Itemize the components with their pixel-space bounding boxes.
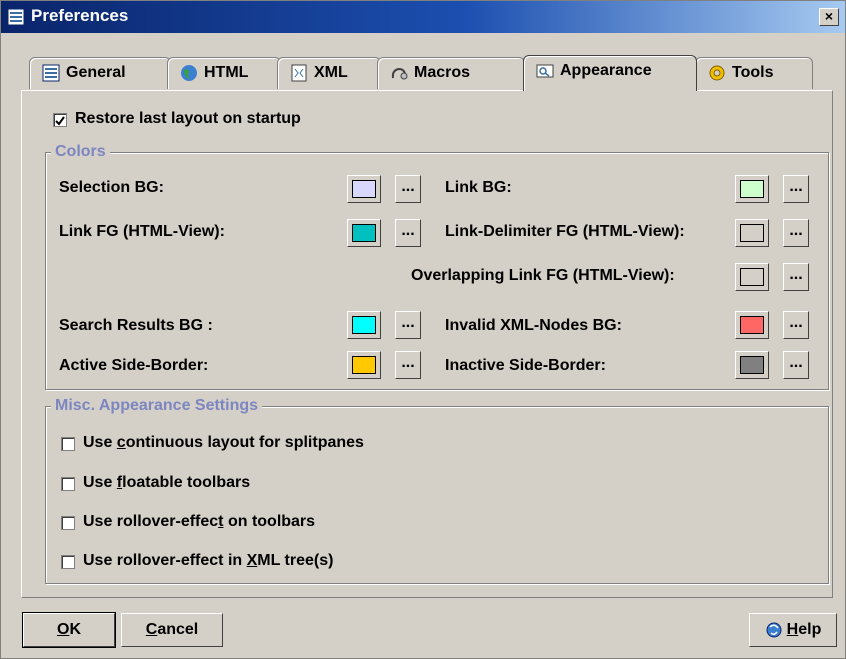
- invalid-xml-bg-swatch[interactable]: [735, 311, 769, 339]
- rollover-toolbars-label: Use rollover-effect on toolbars: [83, 513, 316, 530]
- link-delimiter-fg-choose-button[interactable]: ...: [783, 219, 809, 247]
- floatable-toolbars-label: Use floatable toolbars: [83, 474, 251, 491]
- active-side-border-label: Active Side-Border:: [59, 357, 209, 374]
- overlapping-link-fg-swatch[interactable]: [735, 263, 769, 291]
- preferences-icon: [7, 8, 25, 26]
- xml-icon: [291, 64, 307, 82]
- active-side-border-swatch[interactable]: [347, 351, 381, 379]
- inactive-side-border-swatch[interactable]: [735, 351, 769, 379]
- checkbox-box[interactable]: [61, 437, 75, 451]
- help-button[interactable]: Help: [749, 613, 837, 647]
- rollover-xml-tree-label: Use rollover-effect in XML tree(s): [83, 552, 334, 569]
- invalid-xml-bg-choose-button[interactable]: ...: [783, 311, 809, 339]
- tab-macros[interactable]: Macros: [377, 57, 525, 89]
- close-button[interactable]: ×: [819, 8, 839, 26]
- checkbox-box[interactable]: [61, 516, 75, 530]
- selection-bg-choose-button[interactable]: ...: [395, 175, 421, 203]
- continuous-layout-label: Use continuous layout for splitpanes: [83, 434, 364, 451]
- tab-xml-label: XML: [314, 64, 348, 81]
- link-delimiter-fg-swatch[interactable]: [735, 219, 769, 247]
- checkbox-box[interactable]: [53, 113, 67, 127]
- globe-icon: [181, 64, 197, 81]
- link-bg-swatch[interactable]: [735, 175, 769, 203]
- search-results-bg-swatch[interactable]: [347, 311, 381, 339]
- tab-appearance-label: Appearance: [560, 62, 652, 79]
- misc-appearance-group-title: Misc. Appearance Settings: [51, 397, 263, 415]
- ok-button[interactable]: OK: [22, 612, 116, 648]
- search-results-bg-label: Search Results BG :: [59, 317, 213, 334]
- tab-tools-label: Tools: [732, 64, 774, 81]
- search-results-bg-choose-button[interactable]: ...: [395, 311, 421, 339]
- link-bg-choose-button[interactable]: ...: [783, 175, 809, 203]
- general-icon: [42, 64, 60, 82]
- appearance-icon: [536, 64, 554, 78]
- inactive-side-border-choose-button[interactable]: ...: [783, 351, 809, 379]
- invalid-xml-bg-label: Invalid XML-Nodes BG:: [445, 317, 622, 334]
- tab-general[interactable]: General: [29, 57, 171, 89]
- cancel-button[interactable]: Cancel: [121, 613, 223, 647]
- check-icon: [55, 116, 65, 126]
- tools-icon: [709, 65, 725, 81]
- checkbox-box[interactable]: [61, 477, 75, 491]
- tab-tools[interactable]: Tools: [695, 57, 813, 89]
- tab-html[interactable]: HTML: [167, 57, 281, 89]
- link-delimiter-fg-label: Link-Delimiter FG (HTML-View):: [445, 223, 685, 240]
- link-fg-swatch[interactable]: [347, 219, 381, 247]
- link-fg-label: Link FG (HTML-View):: [59, 223, 225, 240]
- inactive-side-border-label: Inactive Side-Border:: [445, 357, 606, 374]
- selection-bg-swatch[interactable]: [347, 175, 381, 203]
- checkbox-box[interactable]: [61, 555, 75, 569]
- help-icon: [766, 622, 782, 638]
- title-bar[interactable]: Preferences ×: [1, 1, 845, 33]
- macros-icon: [391, 67, 408, 80]
- tab-appearance[interactable]: Appearance: [523, 55, 697, 91]
- tab-xml[interactable]: XML: [277, 57, 381, 89]
- overlapping-link-fg-label: Overlapping Link FG (HTML-View):: [411, 267, 675, 284]
- tab-general-label: General: [66, 64, 126, 81]
- window-title: Preferences: [31, 6, 129, 25]
- tab-macros-label: Macros: [414, 64, 471, 81]
- active-side-border-choose-button[interactable]: ...: [395, 351, 421, 379]
- link-fg-choose-button[interactable]: ...: [395, 219, 421, 247]
- link-bg-label: Link BG:: [445, 179, 512, 196]
- colors-group-title: Colors: [51, 143, 110, 161]
- restore-layout-label: Restore last layout on startup: [75, 110, 301, 127]
- selection-bg-label: Selection BG:: [59, 179, 164, 196]
- preferences-dialog: Preferences × General HTML XML Macros Ap…: [0, 0, 846, 659]
- tab-html-label: HTML: [204, 64, 249, 81]
- overlapping-link-fg-choose-button[interactable]: ...: [783, 263, 809, 291]
